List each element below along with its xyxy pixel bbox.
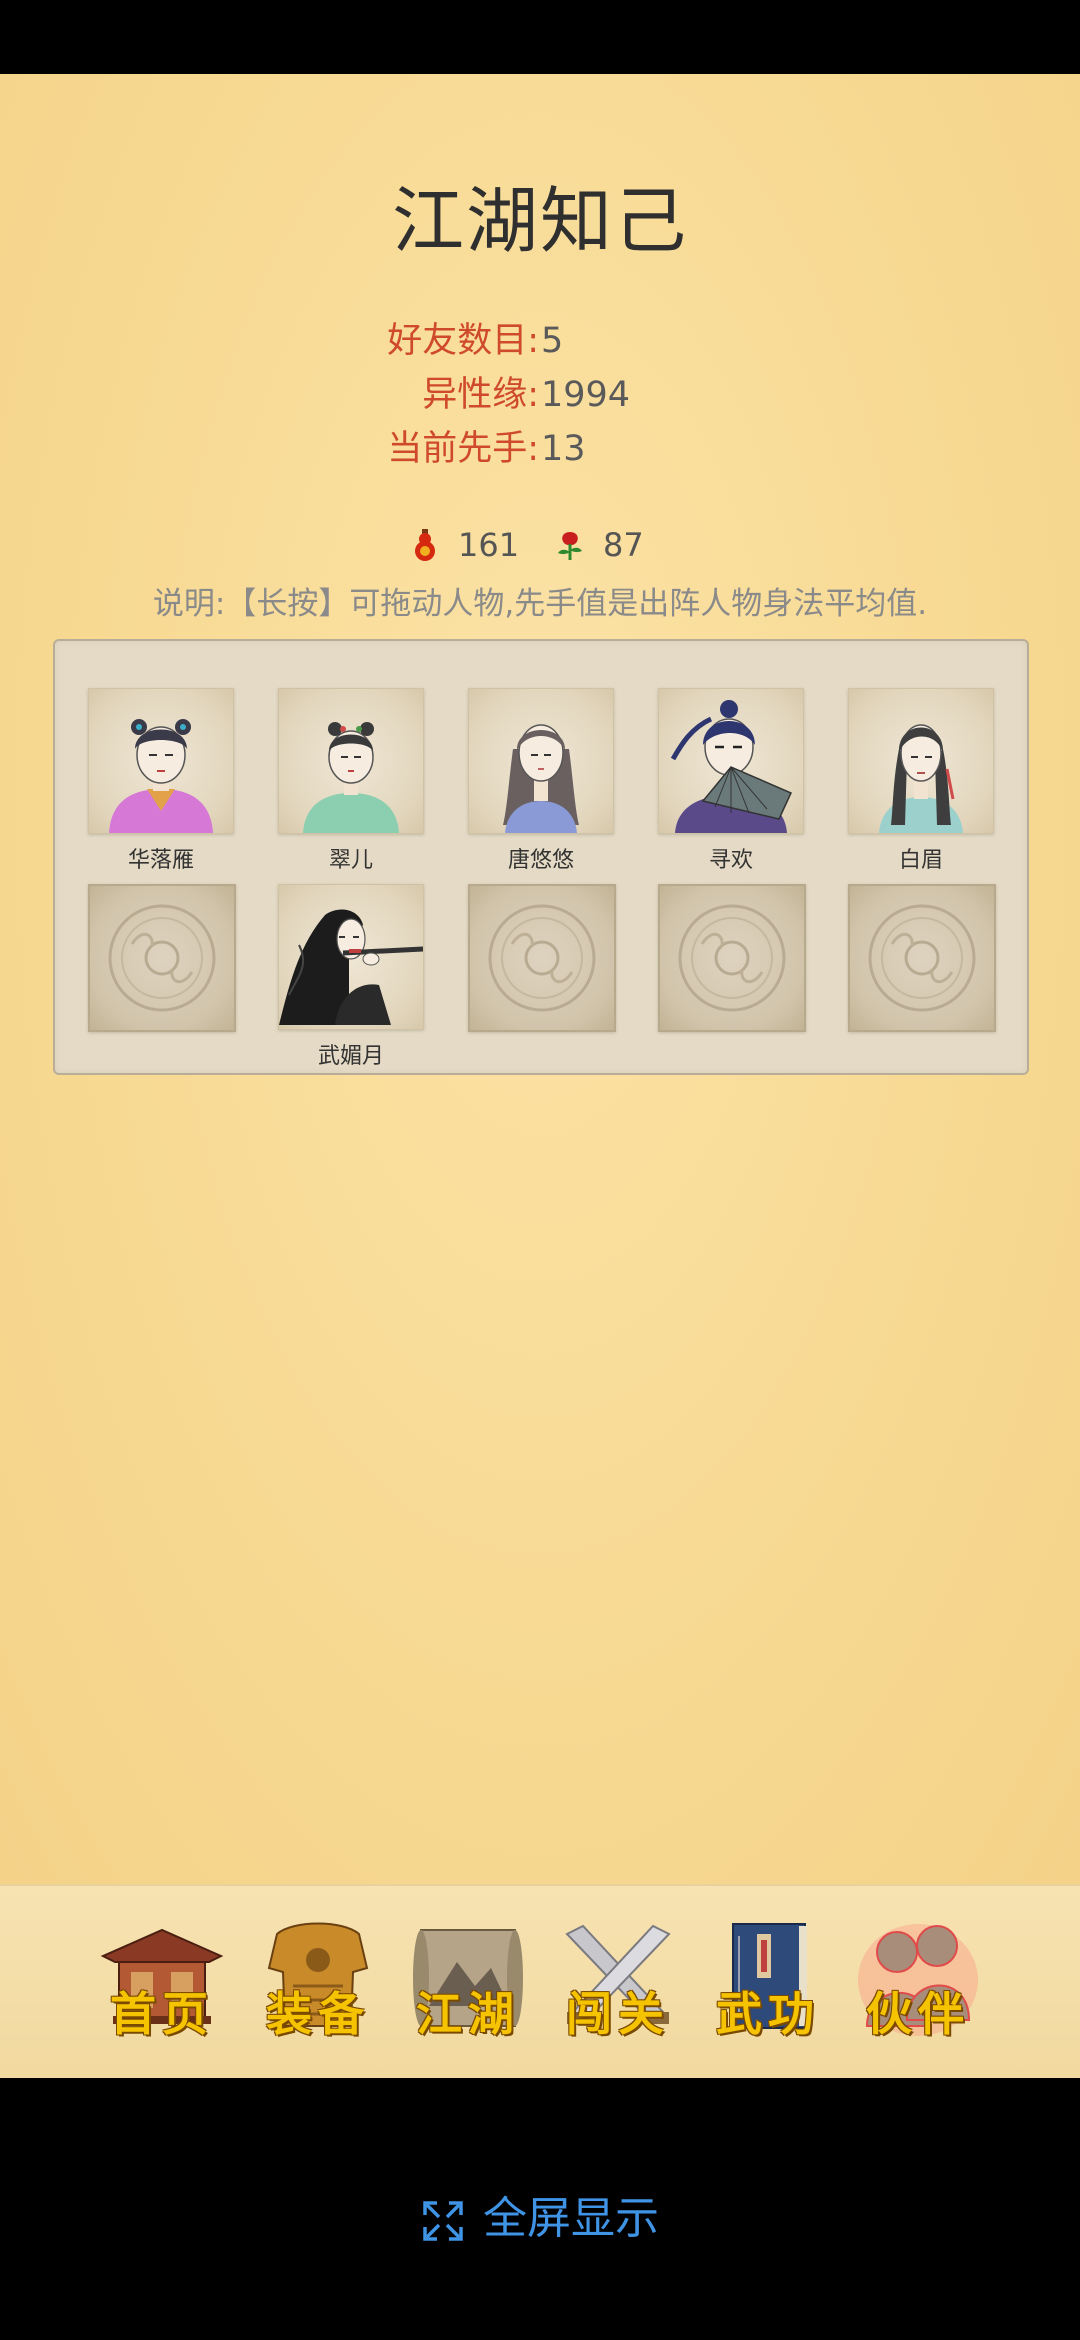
- woman-playing-flute-portrait[interactable]: [278, 884, 424, 1030]
- party-slot[interactable]: 武媚月: [278, 884, 424, 1069]
- party-slot-empty[interactable]: [658, 884, 806, 1032]
- empty-slot-emblem-icon[interactable]: [848, 884, 996, 1032]
- party-slot-empty[interactable]: [848, 884, 996, 1032]
- nav-martial-arts[interactable]: 武功: [703, 1916, 833, 2042]
- woman-pink-dress-portrait[interactable]: [88, 688, 234, 834]
- partner-name: 武媚月: [317, 1044, 384, 1069]
- partners-screen: 江湖知己 好友数目: 5 异性缘: 1994 当前先手: 13 161 87 说…: [0, 74, 1080, 1884]
- resource-value: 87: [603, 526, 644, 564]
- nav-home[interactable]: 首页: [97, 1916, 227, 2042]
- nav-label: 伙伴: [866, 1987, 970, 2041]
- stat-label: 当前先手:: [387, 429, 539, 469]
- stat-label: 异性缘:: [422, 375, 539, 415]
- resource-gourd: 161: [410, 526, 519, 564]
- status-bar: [0, 0, 1080, 74]
- party-slot-empty[interactable]: [468, 884, 616, 1032]
- woman-teal-robe-portrait[interactable]: [848, 688, 994, 834]
- partner-name: 寻欢: [708, 848, 753, 873]
- page-title: 江湖知己: [391, 179, 688, 263]
- woman-long-hair-portrait[interactable]: [468, 688, 614, 834]
- party-slot[interactable]: 唐悠悠: [468, 688, 614, 873]
- rose-icon: [558, 532, 582, 560]
- partner-name: 翠儿: [328, 848, 373, 873]
- empty-slot-emblem-icon[interactable]: [468, 884, 616, 1032]
- bottom-nav: 首页 装备 江湖 闯关 武功 伙伴: [0, 1884, 1080, 2080]
- nav-jianghu[interactable]: 江湖: [403, 1916, 533, 2042]
- nav-label: 装备: [266, 1987, 370, 2041]
- party-slot[interactable]: 翠儿: [278, 688, 424, 873]
- party-slot[interactable]: 白眉: [848, 688, 994, 873]
- resource-rose: 87: [555, 526, 644, 564]
- party-slot-empty[interactable]: [88, 884, 236, 1032]
- party-grid: 华落雁 翠儿 唐悠悠 寻欢 白眉 武媚月: [53, 639, 1029, 1075]
- fullscreen-button[interactable]: 全屏显示: [0, 2182, 1080, 2246]
- nav-partners[interactable]: 伙伴: [853, 1916, 983, 2042]
- stat-label: 好友数目:: [387, 321, 539, 361]
- expand-icon: [423, 2201, 463, 2241]
- nav-label: 江湖: [416, 1987, 520, 2041]
- resource-value: 161: [458, 526, 520, 564]
- nav-label: 闯关: [566, 1987, 670, 2041]
- stat-value: 1994: [541, 375, 631, 415]
- party-slot[interactable]: 华落雁: [88, 688, 234, 873]
- man-with-fan-portrait[interactable]: [658, 688, 804, 834]
- partner-name: 华落雁: [127, 848, 194, 873]
- stat-value: 13: [541, 429, 586, 469]
- nav-label: 首页: [110, 1987, 214, 2041]
- empty-slot-emblem-icon[interactable]: [88, 884, 236, 1032]
- empty-slot-emblem-icon[interactable]: [658, 884, 806, 1032]
- fullscreen-label: 全屏显示: [483, 2193, 659, 2244]
- instruction-note: 说明:【长按】可拖动人物,先手值是出阵人物身法平均值.: [152, 586, 928, 622]
- girl-green-dress-portrait[interactable]: [278, 688, 424, 834]
- stat-value: 5: [541, 321, 564, 361]
- nav-label: 武功: [716, 1987, 820, 2041]
- partner-name: 唐悠悠: [507, 848, 574, 873]
- party-slot[interactable]: 寻欢: [658, 688, 804, 873]
- nav-equipment[interactable]: 装备: [253, 1916, 383, 2042]
- nav-challenge[interactable]: 闯关: [553, 1916, 683, 2042]
- red-gourd-icon: [415, 529, 435, 561]
- partner-name: 白眉: [898, 848, 943, 873]
